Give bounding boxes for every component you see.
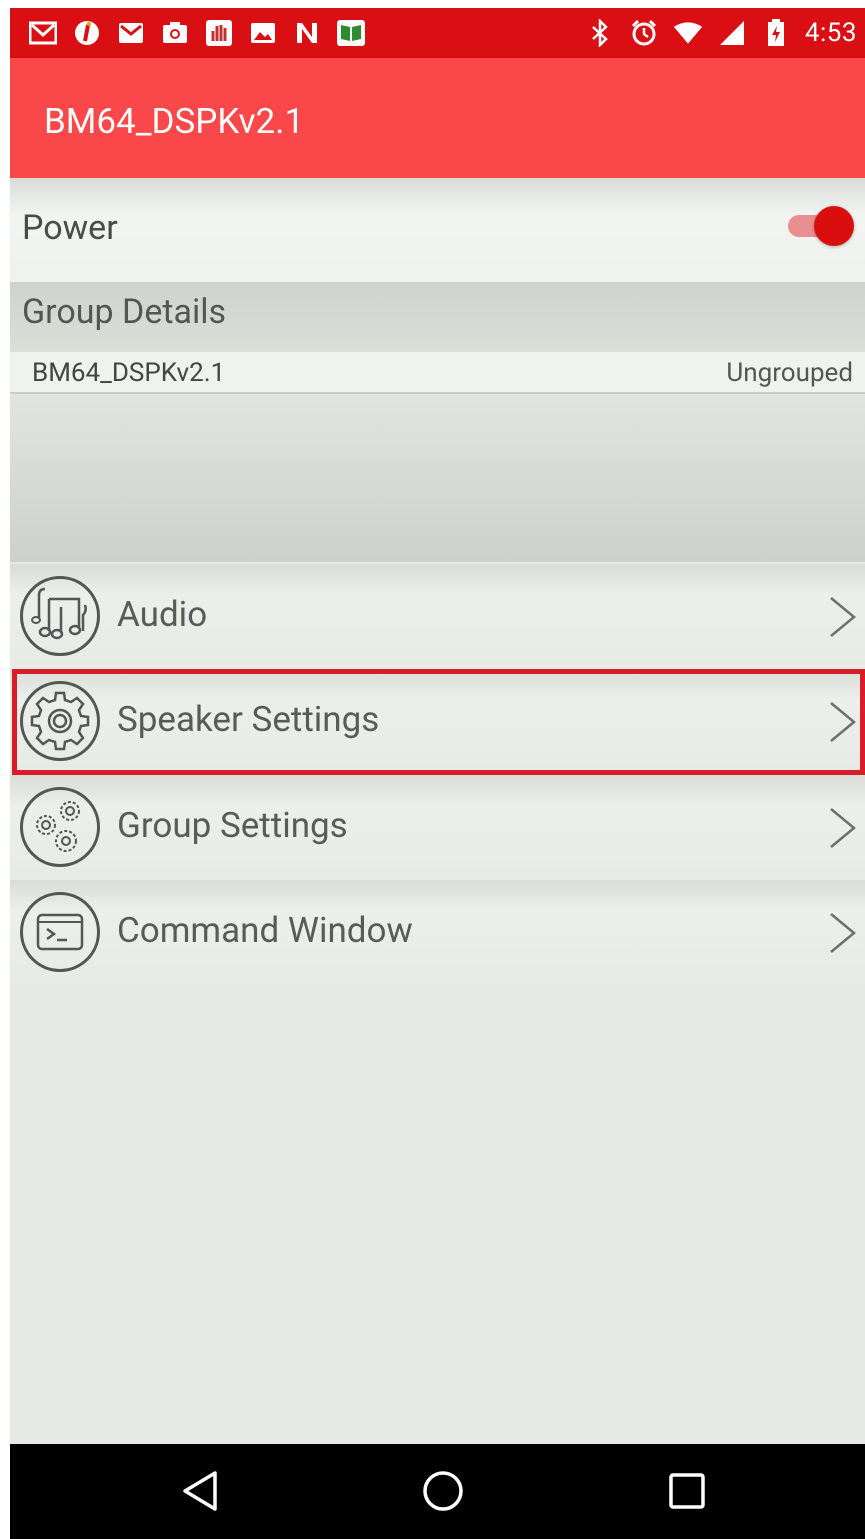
app-screen: 4:53 BM64_DSPKv2.1 Power Group Details B…	[10, 8, 865, 1539]
chevron-right-icon	[830, 808, 856, 848]
chevron-right-icon	[830, 702, 856, 742]
group-device-row: BM64_DSPKv2.1 Ungrouped	[10, 352, 865, 394]
power-row: Power	[10, 178, 865, 282]
mail-icon	[116, 19, 146, 47]
wifi-icon	[673, 19, 703, 47]
chevron-right-icon	[830, 913, 856, 953]
hand-app-icon	[204, 19, 234, 47]
bluetooth-icon	[585, 19, 615, 47]
info-app-icon	[72, 19, 102, 47]
menu-label-speaker-settings: Speaker Settings	[117, 699, 380, 740]
gear-icon	[20, 681, 100, 761]
menu-label-command-window: Command Window	[117, 910, 413, 951]
gears-icon	[20, 787, 100, 867]
system-icons: 4:53	[585, 16, 857, 50]
menu-item-audio[interactable]: Audio	[10, 564, 865, 668]
power-label: Power	[22, 208, 118, 248]
app-title: BM64_DSPKv2.1	[44, 101, 305, 142]
menu-item-group-settings[interactable]: Group Settings	[10, 775, 865, 879]
group-details-header: Group Details	[10, 282, 865, 352]
battery-charging-icon	[761, 19, 791, 47]
app-bar: BM64_DSPKv2.1	[10, 58, 865, 178]
terminal-icon	[20, 892, 100, 972]
back-icon	[183, 1471, 217, 1511]
recents-icon	[669, 1473, 705, 1509]
home-button[interactable]	[418, 1466, 468, 1516]
recents-button[interactable]	[662, 1466, 712, 1516]
group-details-title: Group Details	[22, 292, 227, 332]
toggle-thumb	[814, 206, 854, 246]
music-notes-icon	[20, 576, 100, 656]
signal-icon	[717, 19, 747, 47]
power-toggle[interactable]	[786, 204, 858, 248]
navigation-bar	[10, 1444, 865, 1539]
camera-icon	[160, 19, 190, 47]
chevron-right-icon	[830, 597, 856, 637]
menu-item-speaker-settings[interactable]: Speaker Settings	[10, 669, 865, 773]
news-icon	[292, 19, 322, 47]
gmail-icon	[28, 19, 58, 47]
group-status: Ungrouped	[726, 358, 853, 388]
group-device-name: BM64_DSPKv2.1	[32, 358, 226, 388]
status-bar: 4:53	[10, 8, 865, 58]
menu-label-audio: Audio	[117, 594, 208, 635]
home-icon	[423, 1471, 463, 1511]
spacer-panel	[10, 394, 865, 562]
back-button[interactable]	[175, 1466, 225, 1516]
clock: 4:53	[804, 18, 857, 48]
book-app-icon	[336, 19, 366, 47]
alarm-icon	[629, 19, 659, 47]
image-icon	[248, 19, 278, 47]
notification-icons	[28, 16, 366, 50]
menu-item-command-window[interactable]: Command Window	[10, 880, 865, 984]
menu-label-group-settings: Group Settings	[117, 805, 348, 846]
